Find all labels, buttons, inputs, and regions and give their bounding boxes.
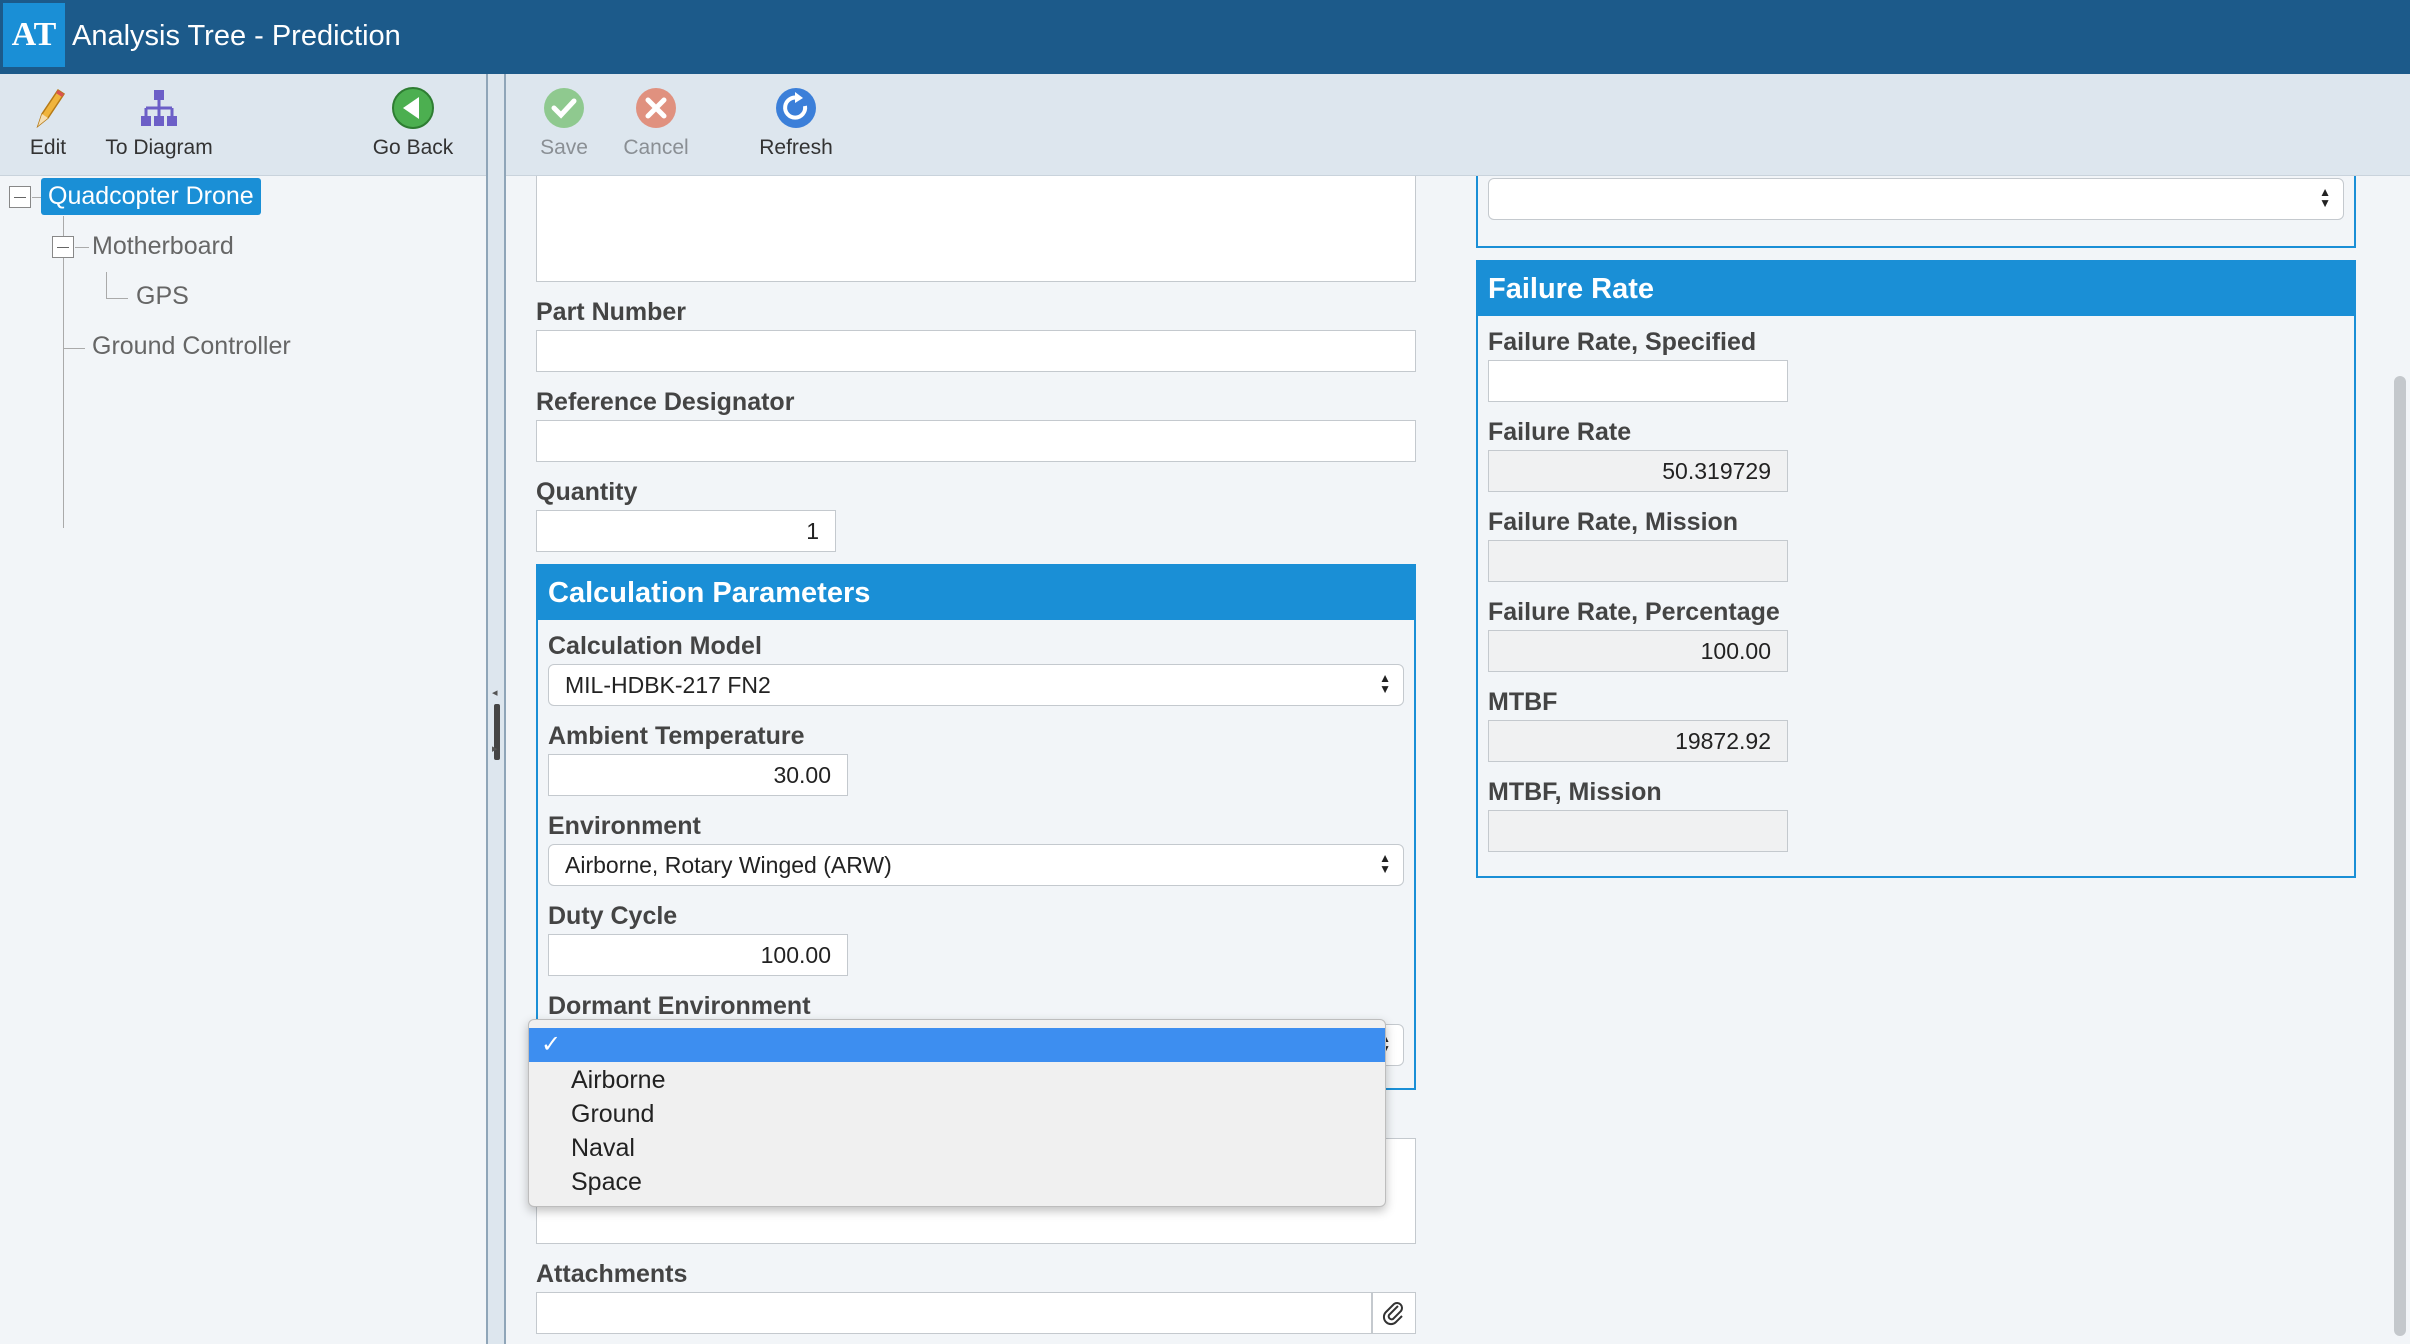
attach-button[interactable] — [1372, 1292, 1416, 1334]
calculation-model-select[interactable]: MIL-HDBK-217 FN2 ▲ ▼ — [548, 664, 1404, 706]
quantity-input[interactable]: 1 — [536, 510, 836, 552]
reference-designator-label: Reference Designator — [536, 388, 795, 416]
environment-select[interactable]: Airborne, Rotary Winged (ARW) ▲ ▼ — [548, 844, 1404, 886]
failure-rate-specified-label: Failure Rate, Specified — [1488, 328, 1757, 356]
refresh-button[interactable]: Refresh — [754, 84, 838, 160]
calculation-method-select[interactable]: ▲ ▼ — [1488, 178, 2344, 220]
form-toolbar: Save Cancel Refresh — [506, 74, 2410, 176]
collapse-toggle-motherboard[interactable] — [52, 236, 74, 258]
ambient-temperature-input[interactable]: 30.00 — [548, 754, 848, 796]
collapse-toggle-quadcopter[interactable] — [9, 186, 31, 208]
refresh-icon — [776, 88, 816, 128]
calculation-parameters-header: Calculation Parameters — [538, 566, 1414, 620]
title-bar: AT Analysis Tree - Prediction — [0, 0, 2410, 74]
back-arrow-icon — [392, 87, 434, 129]
analysis-tree: Quadcopter Drone Motherboard GPS Ground … — [0, 176, 486, 1344]
dormant-environment-label: Dormant Environment — [548, 992, 811, 1020]
go-back-button[interactable]: Go Back — [368, 84, 458, 160]
tree-node-motherboard[interactable]: Motherboard — [92, 232, 234, 261]
mtbf-label: MTBF — [1488, 688, 1558, 716]
expand-right-icon: ▸ — [492, 743, 498, 755]
failure-rate-mission-label: Failure Rate, Mission — [1488, 508, 1739, 536]
checkmark-icon — [544, 88, 584, 128]
to-diagram-button[interactable]: To Diagram — [100, 84, 218, 160]
part-number-label: Part Number — [536, 298, 687, 326]
checkmark-icon: ✓ — [541, 1031, 562, 1058]
scrollbar-thumb[interactable] — [2394, 376, 2406, 1336]
failure-rate-label: Failure Rate — [1488, 418, 1632, 446]
failure-rate-percentage-value: 100.00 — [1488, 630, 1788, 672]
edit-button[interactable]: Edit — [24, 84, 72, 160]
part-number-input[interactable] — [536, 330, 1416, 372]
failure-rate-header: Failure Rate — [1478, 262, 2354, 316]
reference-designator-input[interactable] — [536, 420, 1416, 462]
mtbf-mission-value — [1488, 810, 1788, 852]
tree-node-quadcopter-drone[interactable]: Quadcopter Drone — [41, 178, 261, 215]
calculation-method-panel: ▲ ▼ — [1476, 176, 2356, 248]
failure-rate-value: 50.319729 — [1488, 450, 1788, 492]
dropdown-option-blank-selected[interactable]: ✓ — [529, 1028, 1385, 1062]
ambient-temperature-label: Ambient Temperature — [548, 722, 805, 750]
window-title: Analysis Tree - Prediction — [72, 20, 401, 52]
app-logo: AT — [3, 3, 65, 67]
calculation-model-label: Calculation Model — [548, 632, 762, 660]
attachments-label: Attachments — [536, 1260, 688, 1288]
calculation-parameters-panel: Calculation Parameters Calculation Model… — [536, 564, 1416, 1090]
environment-label: Environment — [548, 812, 701, 840]
select-arrows-icon: ▲▼ — [2319, 185, 2331, 210]
failure-rate-percentage-label: Failure Rate, Percentage — [1488, 598, 1780, 626]
mtbf-mission-label: MTBF, Mission — [1488, 778, 1662, 806]
duty-cycle-input[interactable]: 100.00 — [548, 934, 848, 976]
failure-rate-specified-input[interactable] — [1488, 360, 1788, 402]
select-arrows-icon: ▲▼ — [1379, 671, 1391, 696]
diagram-icon — [141, 90, 177, 126]
save-button[interactable]: Save — [534, 84, 594, 160]
tree-node-gps[interactable]: GPS — [136, 282, 189, 311]
dropdown-option-space[interactable]: Space — [571, 1168, 642, 1197]
tree-node-ground-controller[interactable]: Ground Controller — [92, 332, 291, 361]
pencil-icon — [36, 88, 66, 129]
cancel-x-icon — [636, 88, 676, 128]
select-arrows-icon: ▲▼ — [1379, 851, 1391, 876]
duty-cycle-label: Duty Cycle — [548, 902, 678, 930]
dropdown-option-ground[interactable]: Ground — [571, 1100, 654, 1129]
attachments-input[interactable] — [536, 1292, 1372, 1334]
dropdown-option-airborne[interactable]: Airborne — [571, 1066, 666, 1095]
collapse-left-icon: ◂ — [492, 687, 498, 699]
description-textarea[interactable] — [536, 176, 1416, 282]
dormant-environment-dropdown: ✓ Airborne Ground Naval Space — [528, 1019, 1386, 1207]
mtbf-value: 19872.92 — [1488, 720, 1788, 762]
failure-rate-panel: Failure Rate Failure Rate, Specified Fai… — [1476, 260, 2356, 878]
dropdown-option-naval[interactable]: Naval — [571, 1134, 635, 1163]
pane-splitter[interactable]: ◂ ▸ — [486, 74, 506, 1344]
tree-toolbar: Edit To Diagram Go Back — [0, 74, 486, 176]
paperclip-icon — [1382, 1302, 1403, 1326]
content-scrollbar[interactable] — [2390, 176, 2410, 1344]
cancel-button[interactable]: Cancel — [616, 84, 696, 160]
failure-rate-mission-value — [1488, 540, 1788, 582]
quantity-label: Quantity — [536, 478, 638, 506]
